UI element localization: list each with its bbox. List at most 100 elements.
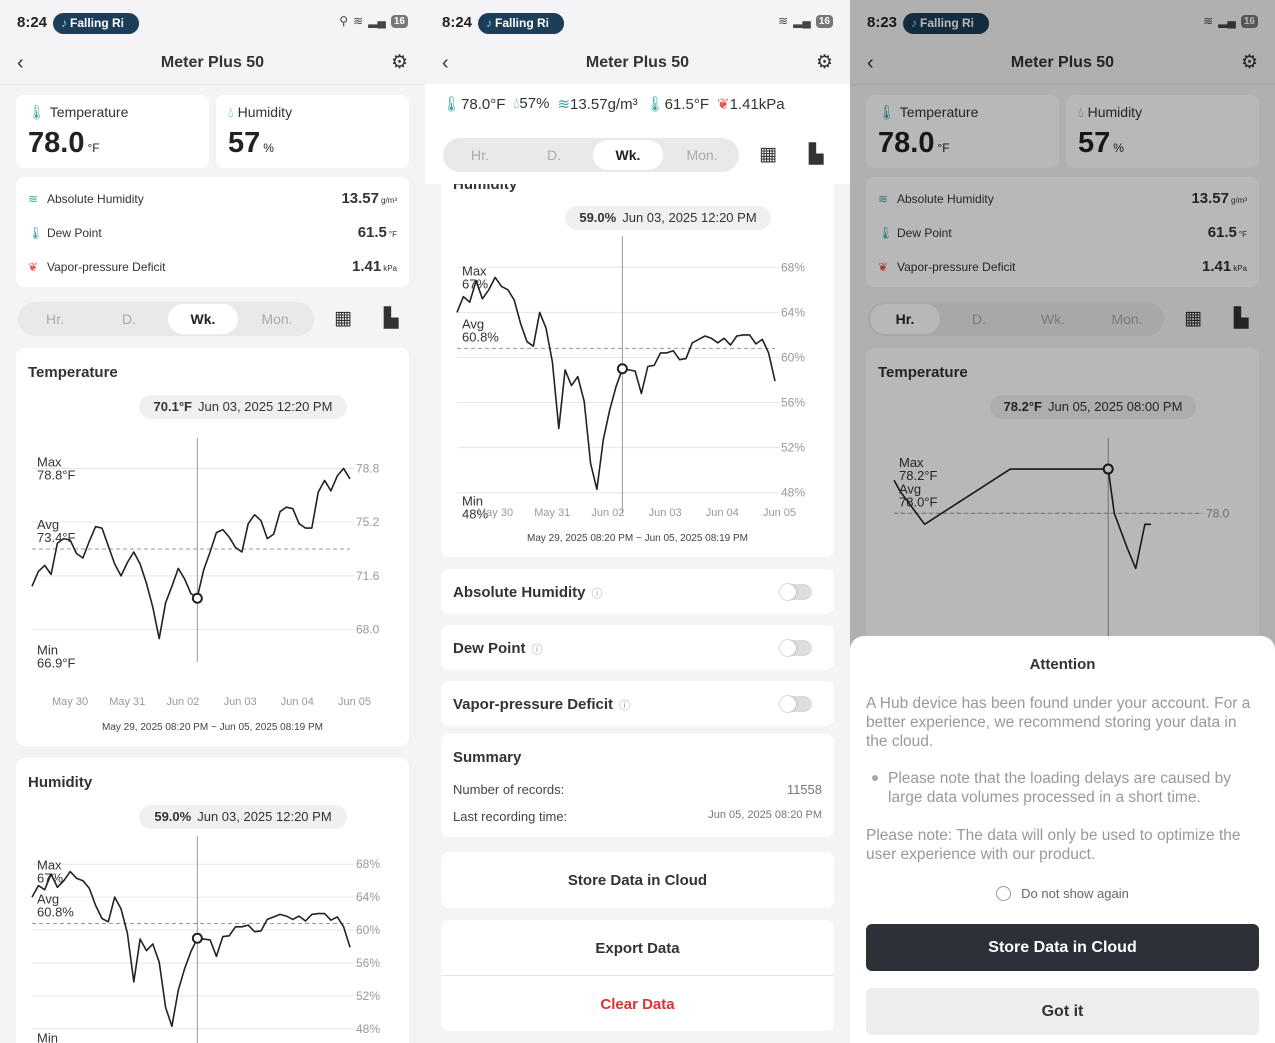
chart-svg: 68%64%60%56%52%48%Max67%Avg60.8%Min48%Ma… xyxy=(456,236,805,521)
status-bar: 8:24 ♪ Falling Ri ≋ ▂▄ 16 xyxy=(425,0,850,48)
date-range: May 29, 2025 08:20 PM ~ Jun 05, 2025 08:… xyxy=(527,533,748,544)
temperature-line-chart[interactable]: 78.8 75.2 71.6 68.0 Max 78.8°F Avg 73.4°F Min 66.… xyxy=(16,348,409,751)
wifi-icon: ≋ xyxy=(353,14,364,28)
thermometer-icon: 🌡︎ xyxy=(442,96,462,113)
min-value: 66.9°F xyxy=(37,656,76,671)
tab-week[interactable]: Wk. xyxy=(593,140,663,170)
x-tick-label: Jun 03 xyxy=(649,507,682,519)
toggle-vpd-label: Vapor-pressure Deficit xyxy=(453,696,614,713)
abs-humidity-icon: ≋ xyxy=(557,96,571,113)
inline-hum: 💧︎57% xyxy=(513,95,549,113)
status-time: 8:24 xyxy=(17,14,48,31)
got-it-button[interactable]: Got it xyxy=(866,988,1259,1035)
abs-humidity-unit: g/m³ xyxy=(381,196,397,205)
vpd-value: 1.41 xyxy=(352,258,382,275)
divider xyxy=(441,975,834,976)
abs-humidity-switch[interactable] xyxy=(780,584,812,600)
tab-week[interactable]: Wk. xyxy=(168,304,238,334)
y-tick-label: 68% xyxy=(356,857,380,871)
y-tick-label: 64% xyxy=(781,305,805,319)
tab-hour[interactable]: Hr. xyxy=(20,302,90,336)
leaf-icon: ❦ xyxy=(28,260,39,274)
page-title: Meter Plus 50 xyxy=(160,54,265,71)
inline-dew: 🌡︎61.5°F xyxy=(646,95,709,113)
gear-icon[interactable]: ⚙ xyxy=(391,51,408,74)
tab-hour[interactable]: Hr. xyxy=(445,138,515,172)
avg-value: 60.8% xyxy=(37,904,74,919)
x-tick-label: May 30 xyxy=(52,696,88,708)
summary-card: Summary Number of records: 11558 Last rec… xyxy=(441,734,834,837)
inline-temp: 🌡︎78.0°F xyxy=(442,95,505,113)
x-tick-label: Jun 05 xyxy=(338,696,371,708)
vpd-label: Vapor-pressure Deficit xyxy=(47,260,166,274)
inline-abs-value: 13.57g/m³ xyxy=(570,96,638,113)
media-pill[interactable]: ♪ Falling Ri xyxy=(478,13,564,34)
y-tick-label: 48% xyxy=(781,486,805,500)
thermometer-icon: 🌡︎ xyxy=(28,104,46,120)
derived-metrics-card: ≋ Absolute Humidity 13.57 g/m³ 🌡︎ Dew Point 6… xyxy=(16,177,409,287)
x-tick-label: Jun 04 xyxy=(281,696,314,708)
humidity-label: Humidity xyxy=(237,104,293,120)
humidity-line-chart[interactable]: 68% 64% 60% 56% 52% 48% Max 67% Avg 60.8% Min 48% Ma… xyxy=(441,184,834,557)
humidity-unit: % xyxy=(263,141,274,155)
inline-vpd: ❦1.41kPa xyxy=(717,95,785,113)
tab-month[interactable]: Mon. xyxy=(242,302,312,336)
y-tick-label: 64% xyxy=(356,890,380,904)
tab-month[interactable]: Mon. xyxy=(667,138,737,172)
max-value: 78.8°F xyxy=(37,467,76,482)
toggle-vpd: Vapor-pressure Deficit ⓘ xyxy=(441,681,834,726)
tab-day[interactable]: D. xyxy=(519,138,589,172)
dew-point-switch[interactable] xyxy=(780,640,812,656)
info-icon[interactable]: ⓘ xyxy=(592,588,603,600)
dialog-paragraph-1: A Hub device has been found under your a… xyxy=(866,695,1251,750)
export-data-button[interactable]: Export Data xyxy=(441,940,834,957)
bar-chart-icon[interactable]: ▙ xyxy=(797,138,835,172)
wifi-icon: ≋ xyxy=(778,14,789,28)
abs-humidity-row: ≋ Absolute Humidity 13.57 g/m³ xyxy=(28,190,397,214)
toggle-dew-point: Dew Point ⓘ xyxy=(441,625,834,670)
tab-day[interactable]: D. xyxy=(94,302,164,336)
y-tick-label: 56% xyxy=(356,956,380,970)
avg-value: 60.8% xyxy=(462,329,499,344)
page-title: Meter Plus 50 xyxy=(585,54,690,71)
bar-chart-icon[interactable]: ▙ xyxy=(372,302,410,336)
attention-dialog: Attention A Hub device has been found un… xyxy=(850,636,1275,1043)
dialog-store-cloud-button[interactable]: Store Data in Cloud xyxy=(866,924,1259,971)
dew-point-unit: °F xyxy=(388,230,397,239)
info-icon[interactable]: ⓘ xyxy=(532,644,543,656)
do-not-show-radio[interactable] xyxy=(996,886,1012,901)
series-line xyxy=(456,276,776,491)
y-tick-label: 48% xyxy=(356,1022,380,1036)
toggle-dew-label: Dew Point xyxy=(453,640,526,657)
do-not-show-again-row[interactable]: Do not show again xyxy=(850,886,1275,901)
nav-bar: ‹ Meter Plus 50 ⚙ xyxy=(425,44,850,84)
info-icon[interactable]: ⓘ xyxy=(619,700,630,712)
clear-data-button[interactable]: Clear Data xyxy=(441,996,834,1013)
media-pill[interactable]: ♪ Falling Ri xyxy=(53,13,139,34)
nav-divider xyxy=(0,84,425,85)
period-segmented-control: Hr. D. Wk. Mon. xyxy=(443,138,739,172)
calendar-icon[interactable]: ▦ xyxy=(749,138,787,172)
gear-icon[interactable]: ⚙ xyxy=(816,51,833,74)
humidity-card[interactable]: 💧︎ Humidity 57% xyxy=(216,95,409,168)
humidity-line-chart[interactable]: 68%64%60%56%52%48%Max67%Avg60.8%Min48% xyxy=(16,758,409,1043)
do-not-show-label: Do not show again xyxy=(1021,886,1129,901)
inline-readings: 🌡︎78.0°F 💧︎57% ≋13.57g/m³ 🌡︎61.5°F ❦1.41… xyxy=(442,95,838,113)
temperature-unit: °F xyxy=(87,141,100,155)
calendar-icon[interactable]: ▦ xyxy=(324,302,362,336)
dew-point-value: 61.5 xyxy=(357,224,387,241)
temperature-label-row: 🌡︎ Temperature xyxy=(28,104,128,121)
inline-vpd-value: 1.41kPa xyxy=(729,96,785,113)
vpd-switch[interactable] xyxy=(780,696,812,712)
signal-icon: ▂▄ xyxy=(368,14,386,28)
abs-humidity-label: Absolute Humidity xyxy=(47,192,144,206)
inline-dew-value: 61.5°F xyxy=(664,96,709,113)
store-data-in-cloud-button[interactable]: Store Data in Cloud xyxy=(441,872,834,889)
y-tick-label: 60% xyxy=(356,923,380,937)
chart-svg: 78.875.271.668.0Max78.8°FAvg73.4°FMin66.… xyxy=(31,438,380,708)
temperature-card[interactable]: 🌡︎ Temperature 78.0 °F xyxy=(16,95,209,168)
summary-title: Summary xyxy=(453,749,522,766)
dew-point-row: 🌡︎ Dew Point 61.5 °F xyxy=(28,224,397,248)
media-title: Falling Ri xyxy=(70,16,124,30)
vpd-reading: 1.41 kPa xyxy=(352,258,397,275)
